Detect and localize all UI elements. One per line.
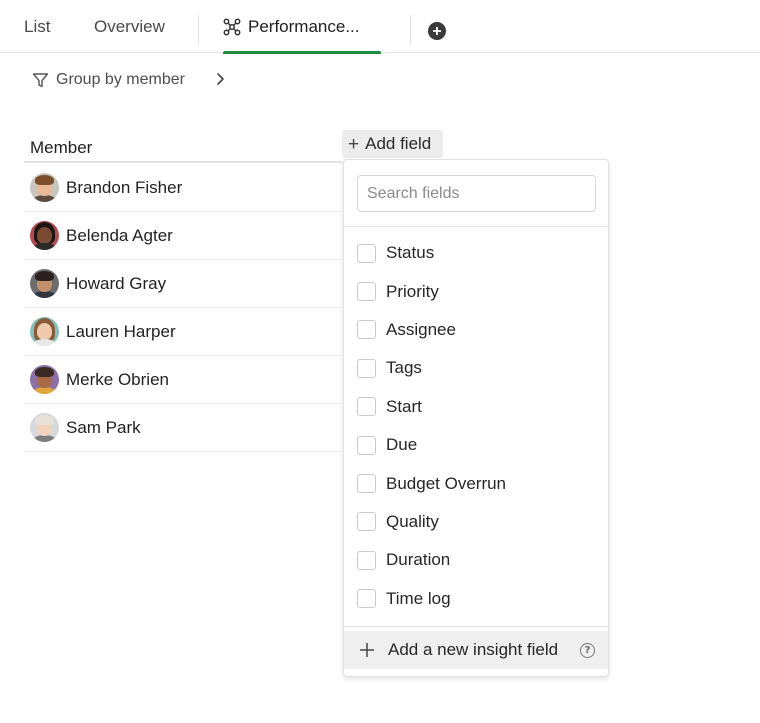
field-option-duration[interactable]: Duration [357,541,597,579]
table-row[interactable]: Brandon Fisher [24,164,342,212]
view-tab-bar: List Overview Performance... [0,0,760,54]
member-name: Lauren Harper [66,321,176,341]
plus-icon: + [348,133,360,155]
table-row[interactable]: Merke Obrien [24,356,342,404]
field-label: Quality [386,511,439,531]
field-label: Budget Overrun [386,473,507,493]
field-option-due[interactable]: Due [357,426,597,464]
field-option-tags[interactable]: Tags [357,349,597,387]
filter-funnel-icon [32,72,49,87]
avatar [30,365,59,394]
field-option-budget-overrun[interactable]: Budget Overrun [357,464,597,502]
field-option-start[interactable]: Start [357,388,597,426]
table-row[interactable]: Sam Park [24,404,342,452]
add-field-button[interactable]: + Add field [342,130,443,158]
chevron-right-icon[interactable] [213,70,227,88]
tab-overview-label: Overview [94,16,165,36]
field-checkbox[interactable] [357,474,376,494]
plus-icon [433,27,441,35]
field-checkbox[interactable] [357,435,376,455]
field-option-priority[interactable]: Priority [357,272,597,310]
field-label: Assignee [386,319,456,339]
add-field-dropdown: Status Priority Assignee Tags Start Due … [343,159,609,677]
field-checkbox[interactable] [357,397,376,417]
field-label: Tags [386,358,422,378]
field-label: Duration [386,550,451,570]
table-row[interactable]: Lauren Harper [24,308,342,356]
new-insight-label: Add a new insight field [388,640,559,659]
table-row[interactable]: Howard Gray [24,260,342,308]
field-checkbox[interactable] [357,358,376,378]
field-label: Priority [386,281,439,301]
dropdown-divider [344,626,608,627]
field-option-status[interactable]: Status [357,234,597,272]
field-label: Time log [386,588,451,608]
add-new-insight-field-button[interactable]: Add a new insight field ? [344,631,608,669]
network-graph-icon [223,18,241,35]
tab-list[interactable]: List [24,0,50,53]
member-name: Brandon Fisher [66,177,183,197]
tab-divider [410,15,411,45]
add-field-label: Add field [365,134,432,153]
member-name: Belenda Agter [66,225,173,245]
member-list: Brandon Fisher Belenda Agter Howard Gray… [24,164,342,452]
dropdown-divider [344,226,608,227]
tab-performance-label: Performance... [248,16,360,36]
field-option-quality[interactable]: Quality [357,503,597,541]
field-checkbox[interactable] [357,550,376,570]
tab-list-label: List [24,16,51,36]
add-view-button[interactable] [428,22,446,40]
search-fields-input[interactable] [357,175,596,212]
tab-divider [198,15,199,45]
avatar [30,221,59,250]
tab-overview[interactable]: Overview [94,0,165,53]
avatar [30,269,59,298]
avatar [30,413,59,442]
plus-icon [360,643,374,657]
avatar [30,173,59,202]
group-by-button[interactable]: Group by member [32,68,185,92]
member-column-header[interactable]: Member [24,131,342,163]
tab-performance[interactable]: Performance... [223,0,381,54]
field-checkbox[interactable] [357,282,376,302]
field-checkbox[interactable] [357,243,376,263]
field-checkbox[interactable] [357,589,376,609]
help-icon[interactable]: ? [580,643,595,658]
avatar [30,317,59,346]
field-option-assignee[interactable]: Assignee [357,311,597,349]
field-checkbox[interactable] [357,320,376,340]
field-list: Status Priority Assignee Tags Start Due … [357,234,597,618]
field-label: Start [386,396,422,416]
group-by-label: Group by member [56,71,185,88]
member-name: Howard Gray [66,273,167,293]
table-row[interactable]: Belenda Agter [24,212,342,260]
field-checkbox[interactable] [357,512,376,532]
member-name: Merke Obrien [66,369,169,389]
field-label: Status [386,243,435,263]
field-option-time-log[interactable]: Time log [357,580,597,618]
member-name: Sam Park [66,417,141,437]
field-label: Due [386,435,418,455]
